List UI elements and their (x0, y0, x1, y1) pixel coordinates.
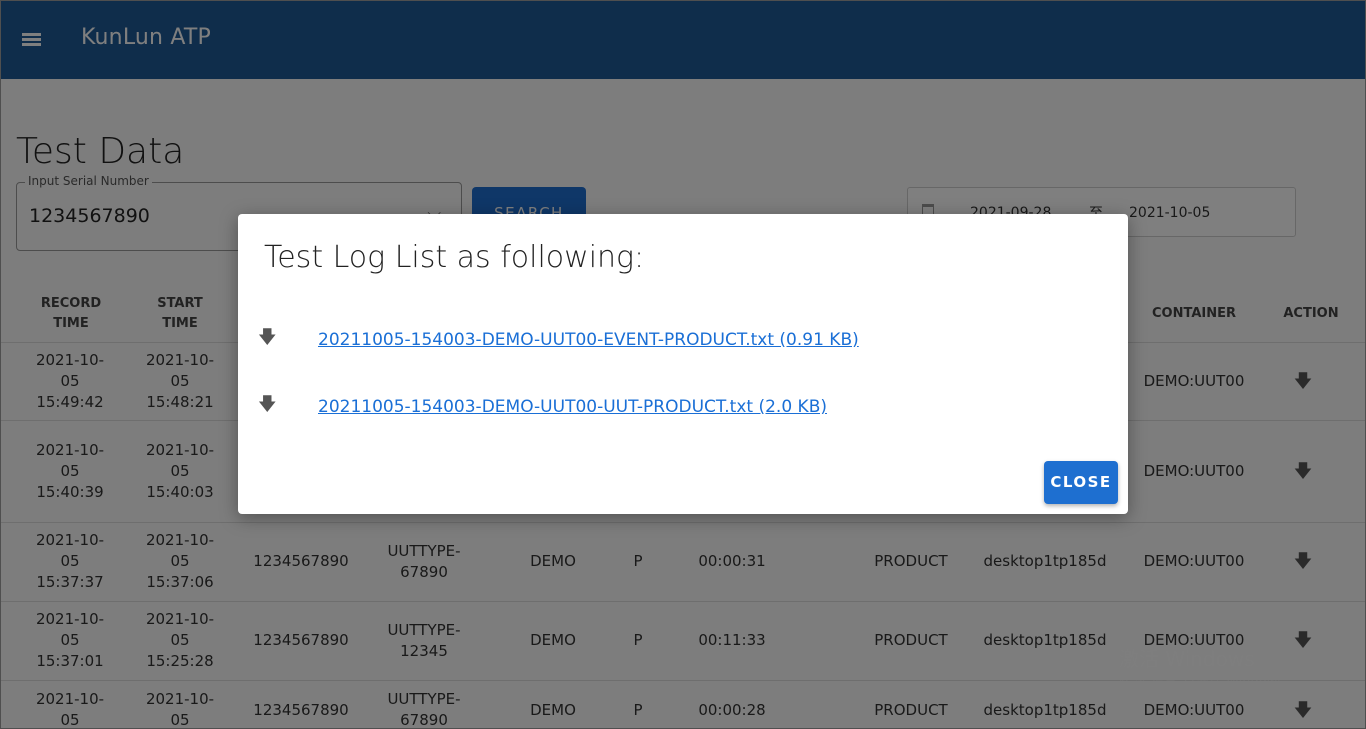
download-arrow-icon[interactable]: 🡇 (258, 392, 277, 422)
log-file-item[interactable]: 🡇 20211005-154003-DEMO-UUT00-UUT-PRODUCT… (258, 392, 827, 422)
log-file-item[interactable]: 🡇 20211005-154003-DEMO-UUT00-EVENT-PRODU… (258, 325, 859, 355)
dialog-title: Test Log List as following: (264, 240, 645, 275)
log-file-link[interactable]: 20211005-154003-DEMO-UUT00-EVENT-PRODUCT… (318, 330, 859, 350)
log-file-link[interactable]: 20211005-154003-DEMO-UUT00-UUT-PRODUCT.t… (318, 397, 827, 417)
test-log-dialog: Test Log List as following: 🡇 20211005-1… (238, 214, 1128, 514)
download-arrow-icon[interactable]: 🡇 (258, 325, 277, 355)
close-button[interactable]: CLOSE (1044, 461, 1118, 504)
